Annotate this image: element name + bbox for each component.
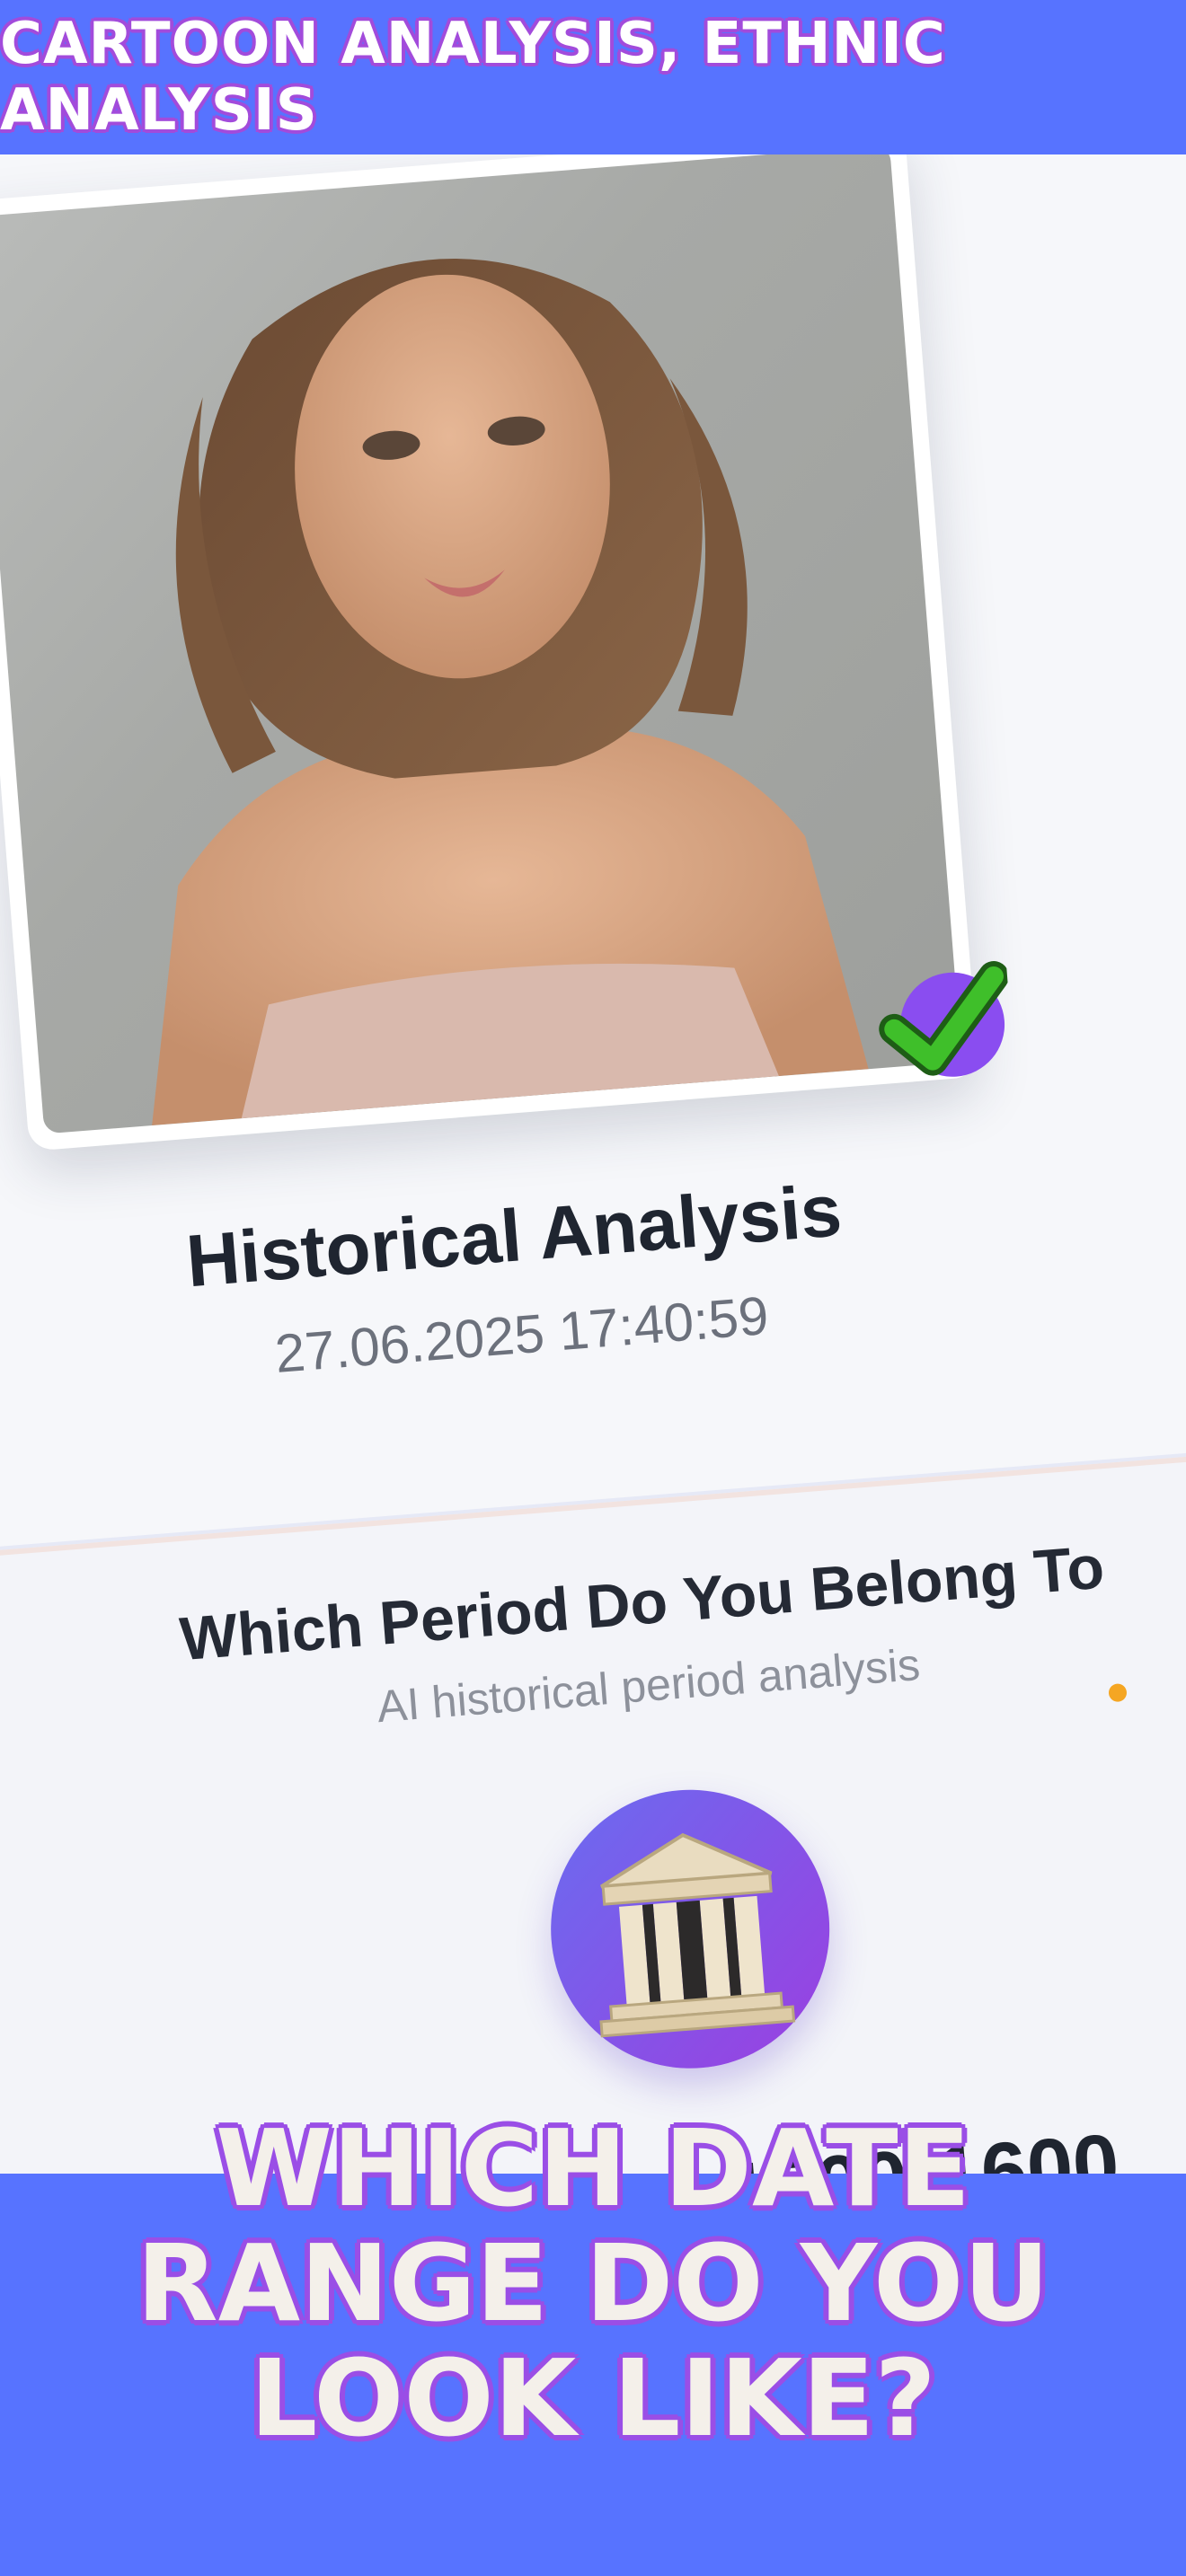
top-banner: CARTOON ANALYSIS, ETHNIC ANALYSIS [0,0,1186,154]
verified-badge [871,948,1015,1093]
check-mark-icon [879,960,1009,1077]
classical-building-icon [599,1832,796,2038]
portrait-illustration [152,259,869,1126]
period-icon-badge [540,1779,840,2079]
photo-card [0,154,979,1151]
period-section-card: Which Period Do You Belong To AI histori… [0,1445,1186,2174]
result-header: Historical Analysis 27.06.2025 17:40:59 [36,1157,999,1403]
app-screen: Historical Analysis 27.06.2025 17:40:59 … [0,154,1186,2174]
promo-caption: WHICH DATE RANGE DO YOU LOOK LIKE? [136,2106,1050,2460]
banner-title: CARTOON ANALYSIS, ETHNIC ANALYSIS [0,11,946,144]
accent-dot [1108,1682,1128,1703]
portrait-photo [0,154,962,1134]
tilted-screen-content: Historical Analysis 27.06.2025 17:40:59 … [0,154,1186,2174]
